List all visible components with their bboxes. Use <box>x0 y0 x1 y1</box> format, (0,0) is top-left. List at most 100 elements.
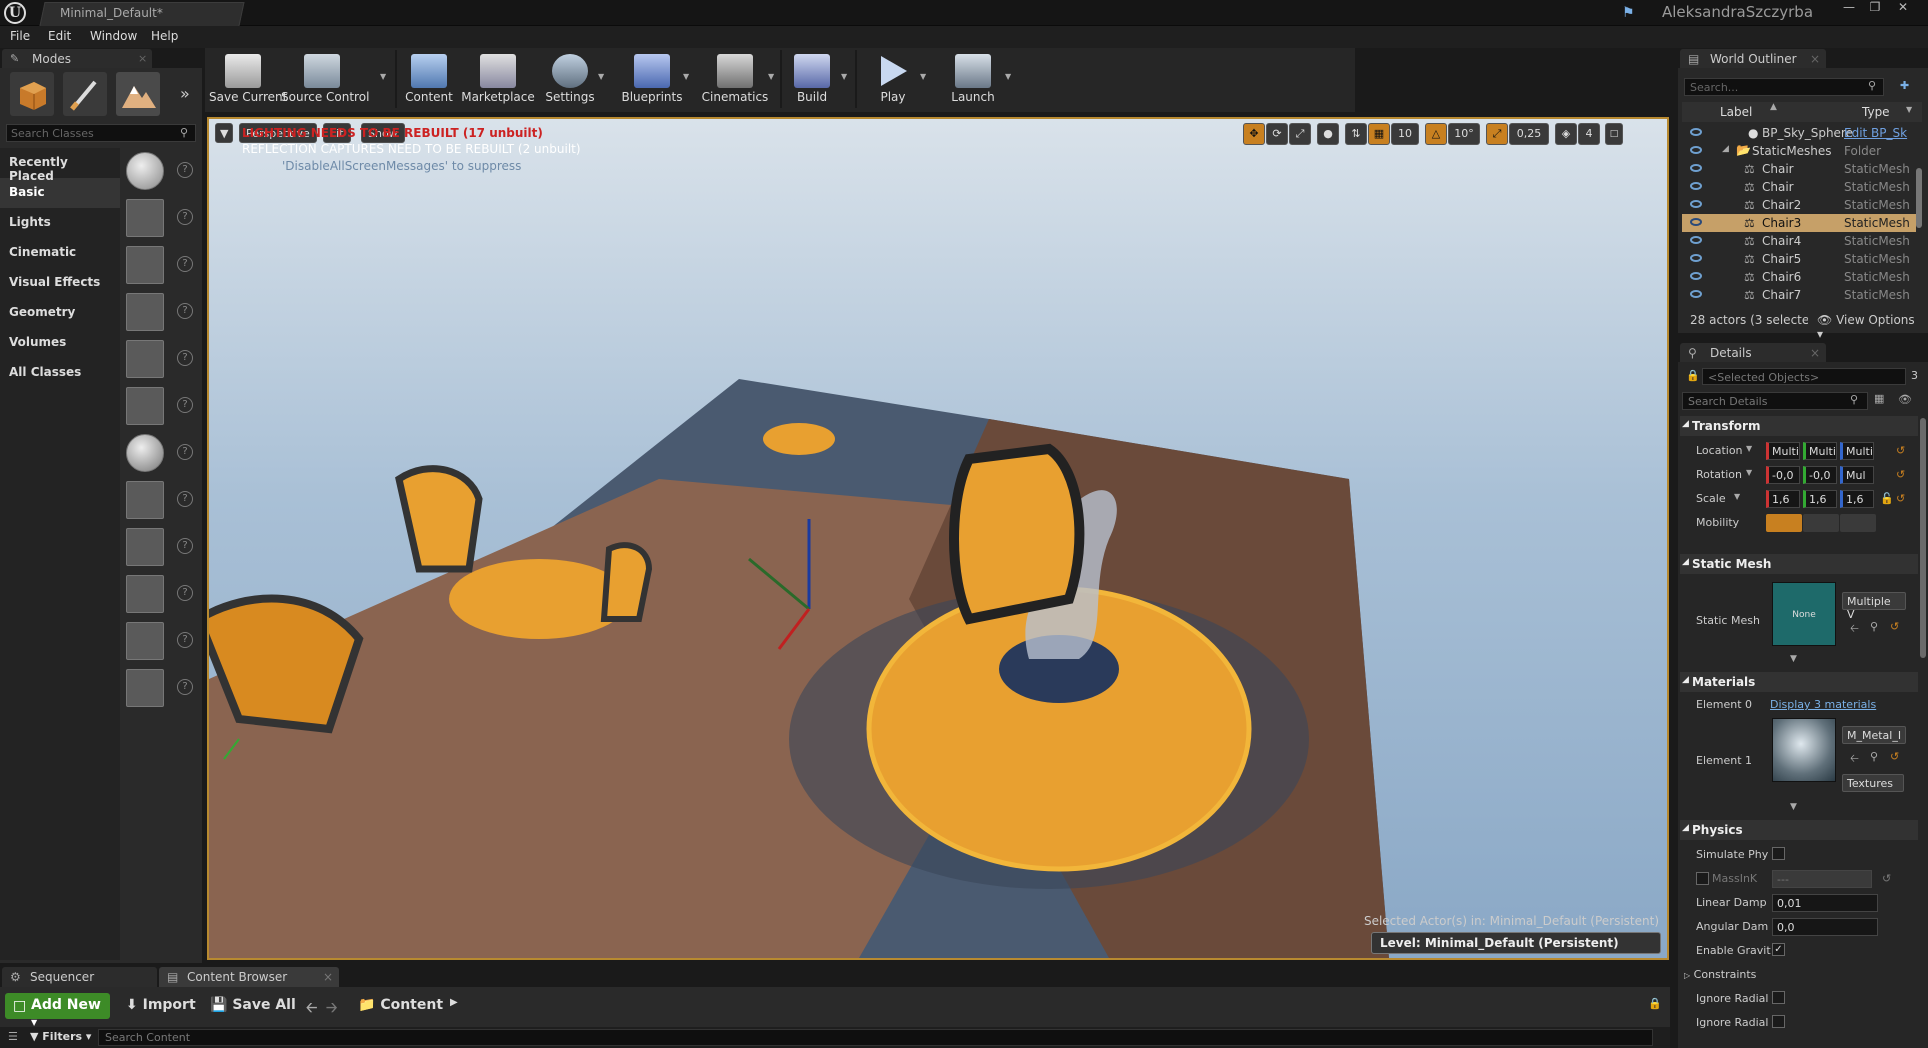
category-geometry[interactable]: Geometry <box>0 298 120 328</box>
menu-edit[interactable]: Edit <box>48 29 71 43</box>
maximize-viewport-icon[interactable]: □ <box>1605 123 1623 145</box>
outliner-row[interactable]: ⚖ Chair4 StaticMesh <box>1682 232 1916 250</box>
level-viewport[interactable]: ▼ Perspective Lit Show LIGHTING NEEDS TO… <box>207 117 1669 960</box>
scale-mode-icon[interactable]: ⤢ <box>1289 123 1311 145</box>
static-mesh-thumbnail[interactable]: None <box>1772 582 1836 646</box>
search-details-input[interactable]: Search Details <box>1682 392 1868 410</box>
view-options-button[interactable]: 👁 View Options ▾ <box>1817 313 1922 341</box>
sources-toggle-icon[interactable]: ☰ <box>8 1030 18 1043</box>
place-empty-character[interactable]: ? <box>122 195 200 242</box>
scale-snap-value[interactable]: 0,25 <box>1509 123 1549 145</box>
document-tab-label[interactable]: Minimal_Default* <box>60 6 163 20</box>
visibility-eye-icon[interactable] <box>1690 182 1702 190</box>
col-type[interactable]: Type <box>1862 105 1890 119</box>
expand-more-icon[interactable]: ▼ <box>1790 654 1797 664</box>
filters-button[interactable]: ▼ Filters ▾ <box>30 1030 91 1043</box>
ignore-radial-impulse-checkbox[interactable] <box>1772 991 1785 1004</box>
rotation-snap-icon[interactable]: △ <box>1425 123 1447 145</box>
help-icon[interactable]: ? <box>177 303 193 319</box>
help-icon[interactable]: ? <box>177 585 193 601</box>
category-cinematic[interactable]: Cinematic <box>0 238 120 268</box>
forward-arrow-icon[interactable]: 🡢 <box>326 997 337 1021</box>
place-mode-icon[interactable] <box>10 72 54 116</box>
outliner-row[interactable]: ⚖ Chair StaticMesh <box>1682 178 1916 196</box>
viewport-menu-button[interactable]: ▼ <box>215 123 233 143</box>
textures-combo[interactable]: Textures <box>1842 774 1904 792</box>
save-current-button[interactable]: Save Current <box>209 50 287 108</box>
browse-search-icon[interactable]: ⚲ <box>1870 620 1878 633</box>
world-outliner-tab[interactable]: ▤ World Outliner × <box>1680 49 1826 68</box>
cinematics-button[interactable]: Cinematics <box>695 50 775 108</box>
visibility-eye-icon[interactable] <box>1690 164 1702 172</box>
launch-button[interactable]: Launch <box>939 50 1007 108</box>
place-player-start[interactable]: ? <box>122 336 200 383</box>
menu-help[interactable]: Help <box>151 29 178 43</box>
visibility-eye-icon[interactable] <box>1690 236 1702 244</box>
place-empty-actor[interactable]: ? <box>122 148 200 195</box>
lock-icon[interactable]: 🔒 <box>1648 997 1662 1010</box>
eye-icon[interactable]: 👁 <box>1898 393 1912 406</box>
location-x[interactable]: Multi <box>1766 442 1800 460</box>
lock-ratio-icon[interactable]: 🔓 <box>1880 492 1894 505</box>
world-local-icon[interactable]: ● <box>1317 123 1339 145</box>
more-modes-icon[interactable]: » <box>180 84 190 103</box>
display-materials-link[interactable]: Display 3 materials <box>1770 698 1876 711</box>
rotation-y[interactable]: -0,0 <box>1803 466 1837 484</box>
source-control-dropdown-icon[interactable]: ▼ <box>380 72 386 81</box>
category-volumes[interactable]: Volumes <box>0 328 120 358</box>
use-selected-arrow-icon[interactable]: 🡠 <box>1850 750 1859 769</box>
rotation-label[interactable]: Rotation <box>1696 468 1742 481</box>
reset-icon[interactable]: ↺ <box>1896 492 1905 505</box>
save-all-button[interactable]: 💾 Save All <box>210 997 296 1013</box>
angular-damping-field[interactable]: 0,0 <box>1772 918 1878 936</box>
play-button[interactable]: Play <box>860 50 926 108</box>
reset-icon[interactable]: ↺ <box>1896 468 1905 481</box>
reset-icon[interactable]: ↺ <box>1890 750 1899 763</box>
menu-window[interactable]: Window <box>90 29 137 43</box>
details-tab[interactable]: ⚲ Details × <box>1680 343 1826 362</box>
help-icon[interactable]: ? <box>177 397 193 413</box>
visibility-eye-icon[interactable] <box>1690 290 1702 298</box>
place-cylinder[interactable]: ? <box>122 477 200 524</box>
ignore-radial-force-checkbox[interactable] <box>1772 1015 1785 1028</box>
visibility-eye-icon[interactable] <box>1690 200 1702 208</box>
translate-mode-icon[interactable]: ✥ <box>1243 123 1265 145</box>
notification-flag-icon[interactable]: ⚑ <box>1622 5 1640 21</box>
category-lights[interactable]: Lights <box>0 208 120 238</box>
close-tab-icon[interactable]: × <box>1810 52 1820 66</box>
maximize-icon[interactable]: ❐ <box>1862 0 1888 16</box>
build-dropdown-icon[interactable]: ▼ <box>841 72 847 81</box>
import-button[interactable]: ⬇ Import <box>126 997 196 1013</box>
static-mesh-section-header[interactable]: ◢ Static Mesh <box>1680 554 1918 574</box>
details-scrollbar[interactable] <box>1920 418 1926 658</box>
category-recently-placed[interactable]: Recently Placed <box>0 148 120 183</box>
help-icon[interactable]: ? <box>177 209 193 225</box>
add-icon[interactable]: ✚ <box>1900 79 1909 92</box>
close-tab-icon[interactable]: × <box>323 970 333 984</box>
settings-dropdown-icon[interactable]: ▼ <box>598 72 604 81</box>
close-icon[interactable]: ✕ <box>1890 0 1916 16</box>
type-dropdown-icon[interactable]: ▼ <box>1906 105 1912 114</box>
physics-section-header[interactable]: ◢ Physics <box>1680 820 1918 840</box>
content-path-button[interactable]: 📁 Content <box>358 997 443 1013</box>
property-matrix-icon[interactable]: ▦ <box>1874 392 1884 405</box>
scale-y[interactable]: 1,6 <box>1803 490 1837 508</box>
location-y[interactable]: Multi <box>1803 442 1837 460</box>
help-icon[interactable]: ? <box>177 632 193 648</box>
path-chevron-icon[interactable]: ▶ <box>450 997 458 1008</box>
scale-z[interactable]: 1,6 <box>1840 490 1874 508</box>
lock-icon[interactable]: 🔒 <box>1686 369 1700 382</box>
browse-search-icon[interactable]: ⚲ <box>1870 750 1878 763</box>
outliner-row[interactable]: ⚖ Chair7 StaticMesh <box>1682 286 1916 304</box>
outliner-row-type-link[interactable]: Edit BP_Sk <box>1844 126 1907 140</box>
visibility-eye-icon[interactable] <box>1690 254 1702 262</box>
enable-gravity-checkbox[interactable]: ✓ <box>1772 943 1785 956</box>
camera-speed-icon[interactable]: ◈ <box>1555 123 1577 145</box>
visibility-eye-icon[interactable] <box>1690 218 1702 226</box>
rotation-x[interactable]: -0,0 <box>1766 466 1800 484</box>
visibility-eye-icon[interactable] <box>1690 272 1702 280</box>
location-z[interactable]: Multi <box>1840 442 1874 460</box>
outliner-search-input[interactable]: Search... <box>1684 78 1884 96</box>
place-sphere[interactable]: ? <box>122 430 200 477</box>
close-tab-icon[interactable]: × <box>1810 346 1820 360</box>
